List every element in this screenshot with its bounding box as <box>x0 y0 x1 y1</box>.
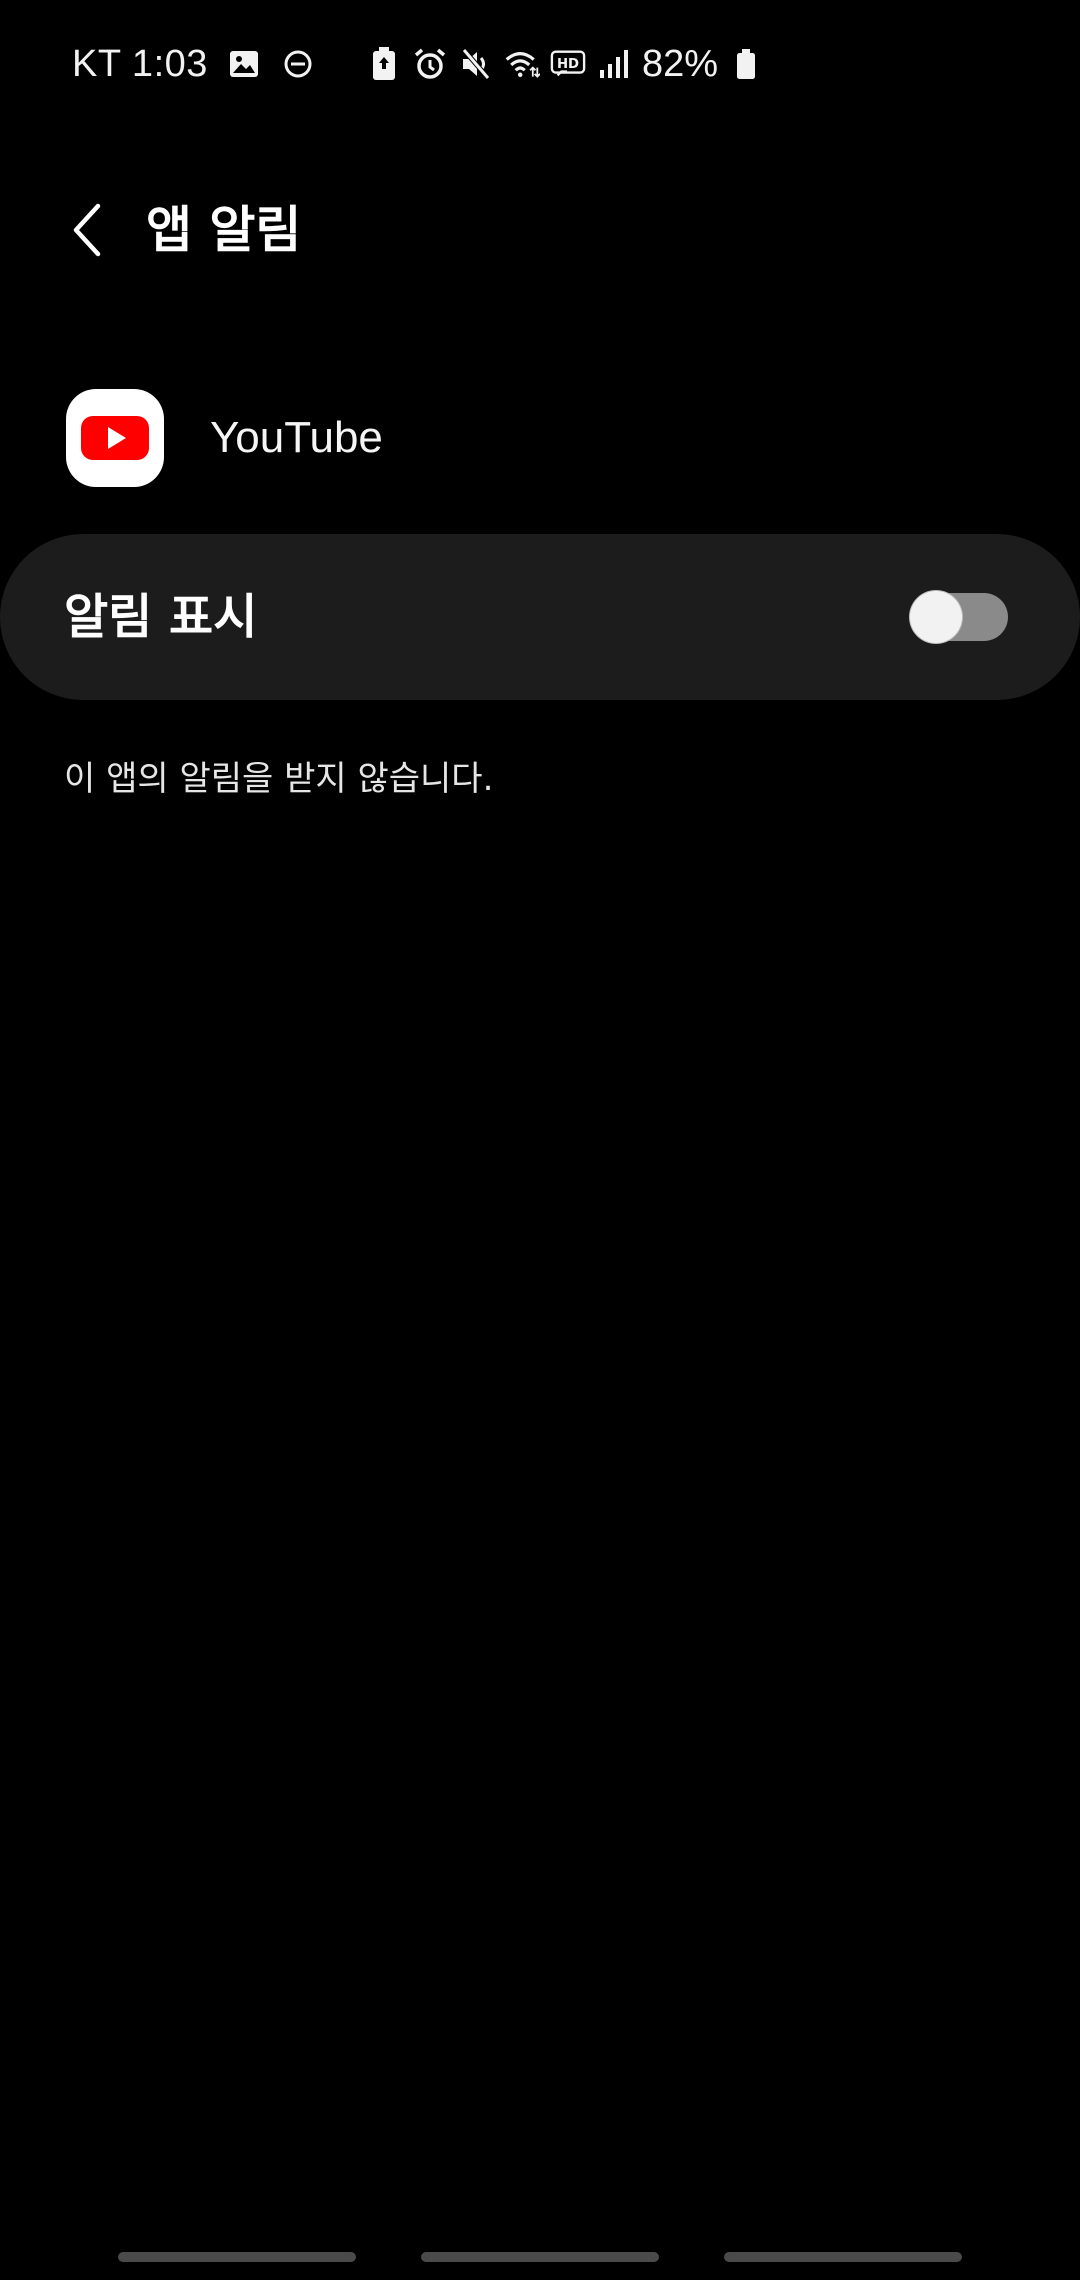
app-info-row: YouTube <box>66 388 383 488</box>
signal-icon <box>596 46 632 82</box>
battery-percent: 82% <box>642 42 719 85</box>
battery-saver-icon <box>366 46 402 82</box>
show-notifications-switch[interactable] <box>910 591 1008 643</box>
show-notifications-setting[interactable]: 알림 표시 <box>0 534 1080 700</box>
nav-back-handle[interactable] <box>724 2252 962 2262</box>
page-title: 앱 알림 <box>146 201 302 259</box>
show-notifications-label: 알림 표시 <box>64 589 258 645</box>
gallery-icon <box>226 46 262 82</box>
carrier-time: KT 1:03 <box>72 42 208 85</box>
hd-voice-icon: HD <box>550 46 586 82</box>
status-bar: KT 1:03 HD 82% <box>0 0 1080 130</box>
mute-icon <box>458 46 494 82</box>
battery-icon <box>728 46 764 82</box>
switch-thumb <box>910 591 962 643</box>
dnd-icon <box>280 46 316 82</box>
nav-recents-handle[interactable] <box>118 2252 356 2262</box>
back-button[interactable] <box>52 194 124 266</box>
youtube-icon <box>66 389 164 487</box>
alarm-icon <box>412 46 448 82</box>
status-left: KT 1:03 <box>72 36 316 92</box>
status-icons: HD 82% <box>366 38 764 90</box>
nav-home-handle[interactable] <box>421 2252 659 2262</box>
chevron-left-icon <box>73 203 101 257</box>
app-name: YouTube <box>210 413 383 462</box>
notification-description: 이 앱의 알림을 받지 않습니다. <box>64 759 494 799</box>
app-bar: 앱 알림 <box>0 180 1080 280</box>
navigation-bar <box>0 2248 1080 2268</box>
svg-text:HD: HD <box>557 57 579 72</box>
wifi-icon <box>504 46 540 82</box>
